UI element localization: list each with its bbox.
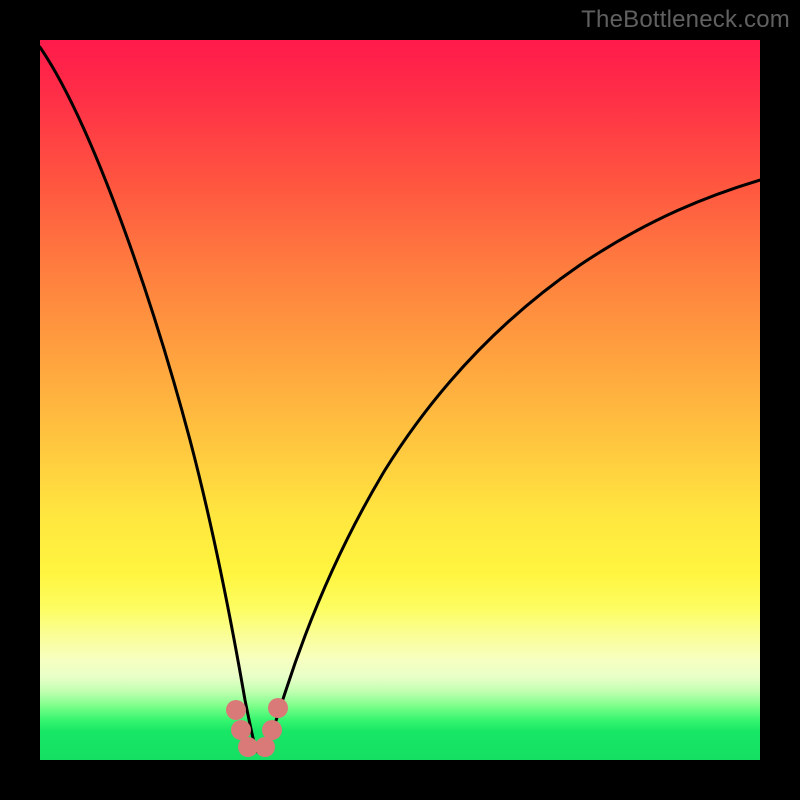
curve-marker xyxy=(226,700,246,720)
marker-group xyxy=(226,698,288,757)
curve-layer xyxy=(40,40,760,760)
curve-marker xyxy=(262,720,282,740)
watermark-text: TheBottleneck.com xyxy=(581,6,790,34)
chart-frame: TheBottleneck.com xyxy=(0,0,800,800)
bottleneck-curve xyxy=(40,47,760,753)
curve-marker xyxy=(268,698,288,718)
plot-area xyxy=(40,40,760,760)
